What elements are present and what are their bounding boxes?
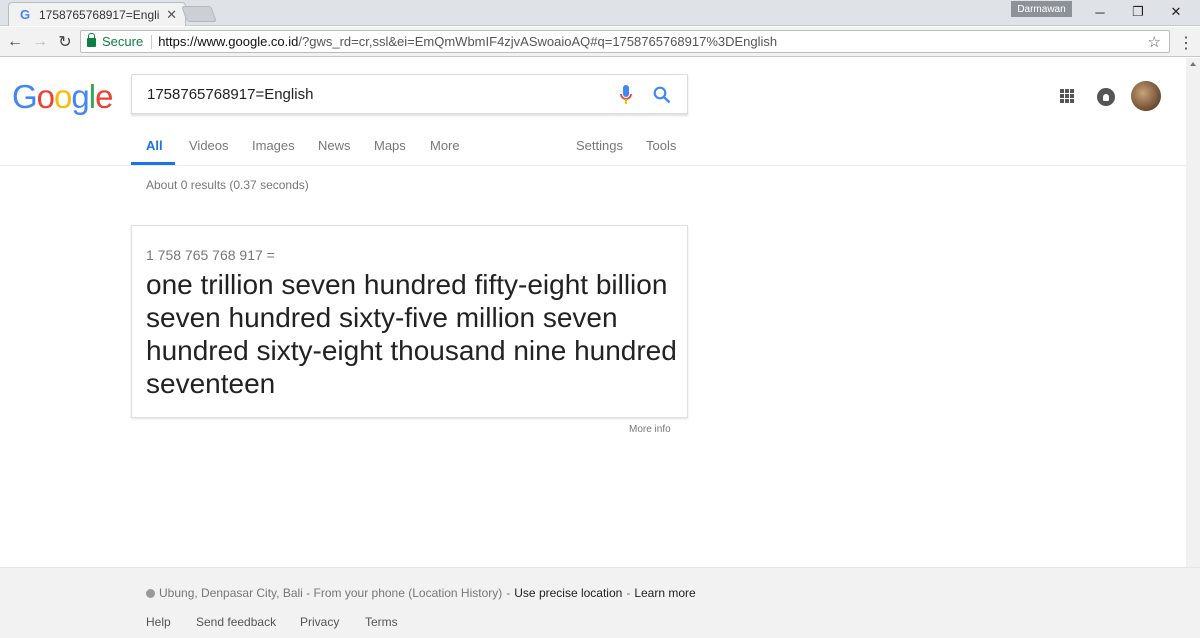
microphone-icon[interactable] bbox=[620, 85, 632, 105]
page-scrollbar[interactable] bbox=[1186, 58, 1200, 568]
forward-arrow-icon[interactable]: → bbox=[29, 31, 51, 53]
url-host: https://www.google.co.id bbox=[158, 34, 299, 49]
browser-tabstrip: G 1758765768917=English ✕ Darmawan ─ ❐ ✕ bbox=[0, 0, 1200, 26]
terms-link[interactable]: Terms bbox=[365, 615, 398, 629]
help-link[interactable]: Help bbox=[146, 615, 171, 629]
tab-images[interactable]: Images bbox=[252, 138, 295, 153]
logo-letter: o bbox=[36, 78, 55, 115]
new-tab-button[interactable] bbox=[181, 6, 217, 22]
browser-toolbar: ← → ↻ Secure https://www.google.co.id/?g… bbox=[0, 27, 1200, 57]
location-row: Ubung, Denpasar City, Bali - From your p… bbox=[146, 586, 696, 600]
bookmark-star-icon[interactable]: ☆ bbox=[1148, 33, 1161, 51]
active-tab-indicator bbox=[131, 162, 175, 165]
google-logo[interactable]: Google bbox=[12, 78, 113, 116]
tab-maps[interactable]: Maps bbox=[374, 138, 406, 153]
profile-name-chip[interactable]: Darmawan bbox=[1011, 1, 1072, 17]
avatar[interactable] bbox=[1131, 81, 1161, 111]
tab-news[interactable]: News bbox=[318, 138, 351, 153]
tab-close-icon[interactable]: ✕ bbox=[166, 7, 177, 23]
url-text: https://www.google.co.id/?gws_rd=cr,ssl&… bbox=[158, 34, 777, 49]
search-input[interactable] bbox=[147, 85, 687, 103]
chrome-menu-icon[interactable]: ⋮ bbox=[1178, 33, 1194, 53]
precise-location-link[interactable]: Use precise location bbox=[514, 586, 622, 600]
google-favicon-icon: G bbox=[19, 7, 31, 22]
tab-more[interactable]: More bbox=[430, 138, 460, 153]
search-box[interactable] bbox=[131, 74, 688, 114]
tab-settings[interactable]: Settings bbox=[576, 138, 623, 153]
number-to-words-card: 1 758 765 768 917 = one trillion seven h… bbox=[131, 225, 688, 418]
location-dot-icon bbox=[146, 588, 155, 598]
send-feedback-link[interactable]: Send feedback bbox=[196, 615, 276, 629]
logo-letter: e bbox=[95, 78, 113, 115]
minimize-icon[interactable]: ─ bbox=[1088, 2, 1112, 22]
close-window-icon[interactable]: ✕ bbox=[1164, 2, 1188, 22]
search-tabs: All Videos Images News Maps More Setting… bbox=[0, 136, 1186, 166]
restore-icon[interactable]: ❐ bbox=[1126, 2, 1150, 22]
equation-text: 1 758 765 768 917 = bbox=[146, 247, 275, 263]
footer: Ubung, Denpasar City, Bali - From your p… bbox=[0, 567, 1200, 638]
result-stats: About 0 results (0.37 seconds) bbox=[146, 178, 309, 192]
address-bar[interactable]: Secure https://www.google.co.id/?gws_rd=… bbox=[80, 30, 1170, 53]
logo-letter: G bbox=[12, 78, 38, 115]
separator: - bbox=[626, 586, 631, 600]
back-arrow-icon[interactable]: ← bbox=[4, 31, 26, 53]
google-header: Google All Videos Images News Maps More … bbox=[0, 58, 1186, 166]
url-divider bbox=[151, 34, 153, 49]
scroll-up-arrow-icon[interactable] bbox=[1190, 62, 1196, 66]
reload-icon[interactable]: ↻ bbox=[54, 31, 76, 53]
privacy-link[interactable]: Privacy bbox=[300, 615, 339, 629]
tab-tools[interactable]: Tools bbox=[646, 138, 676, 153]
tab-videos[interactable]: Videos bbox=[189, 138, 229, 153]
tab-all[interactable]: All bbox=[146, 138, 163, 153]
location-text: Ubung, Denpasar City, Bali - From your p… bbox=[159, 586, 503, 600]
logo-letter: g bbox=[71, 78, 89, 115]
tab-title: 1758765768917=English bbox=[39, 7, 161, 22]
answer-text: one trillion seven hundred fifty-eight b… bbox=[146, 269, 677, 399]
search-icon[interactable] bbox=[653, 86, 671, 104]
apps-grid-icon[interactable] bbox=[1060, 89, 1074, 103]
lock-icon bbox=[87, 33, 96, 47]
separator: - bbox=[506, 586, 511, 600]
secure-label: Secure bbox=[102, 34, 144, 49]
logo-letter: o bbox=[54, 78, 72, 115]
notifications-icon[interactable] bbox=[1097, 88, 1115, 106]
url-path: /?gws_rd=cr,ssl&ei=EmQmWbmIF4zjvASwoaioA… bbox=[298, 34, 778, 49]
more-info-link[interactable]: More info bbox=[629, 424, 671, 435]
learn-more-link[interactable]: Learn more bbox=[634, 586, 695, 600]
browser-tab[interactable]: G 1758765768917=English ✕ bbox=[8, 2, 186, 26]
